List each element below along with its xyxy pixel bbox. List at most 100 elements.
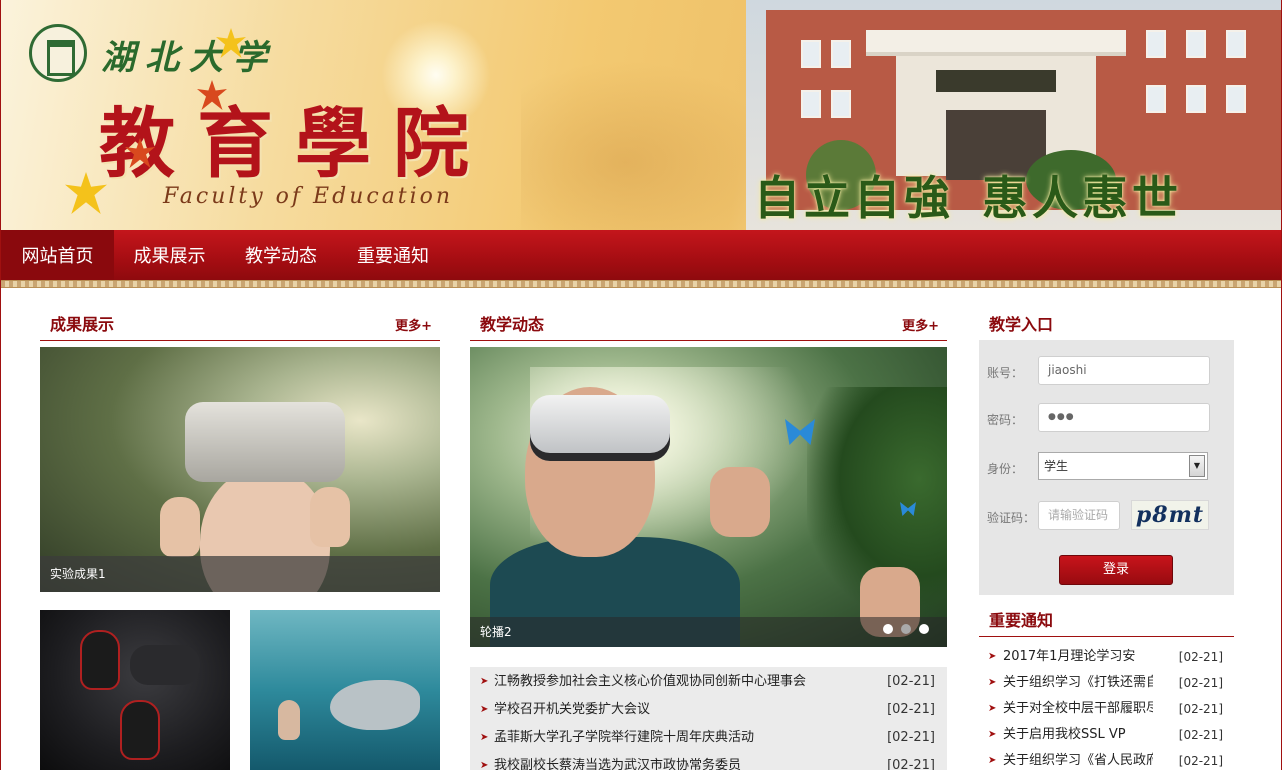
faculty-name-cn: 教育學院: [99, 99, 491, 188]
carousel-indicators: [875, 619, 929, 638]
notice-date: [02-21]: [1178, 676, 1223, 690]
teaching-news-list: ➤ 江畅教授参加社会主义核心价值观协同创新中心理事会 [02-21] ➤ 学校召…: [470, 667, 947, 770]
password-label: 密码：: [987, 413, 1024, 427]
vr-headset: [130, 645, 200, 685]
building-window: [1186, 30, 1206, 58]
nav-item-teaching[interactable]: 教学动态: [225, 230, 337, 280]
news-title: 我校副校长蔡涛当选为武汉市政协常务委员: [494, 758, 742, 770]
building-window: [1226, 85, 1246, 113]
news-date: [02-21]: [887, 758, 935, 770]
identity-selected-value: 学生: [1044, 459, 1069, 473]
glove: [80, 630, 120, 690]
login-button[interactable]: 登录: [1059, 555, 1173, 585]
notice-title: 关于对全校中层干部履职尽: [1003, 701, 1153, 716]
motto-left: 自立自強: [754, 171, 954, 225]
notice-title: 关于组织学习《省人民政府: [1003, 753, 1153, 768]
arrow-right-icon: ➤: [480, 676, 489, 687]
building-window: [1146, 30, 1166, 58]
faculty-building-photo: 自立自強 惠人惠世: [746, 0, 1281, 230]
hand: [710, 467, 770, 537]
notice-item[interactable]: ➤ 关于启用我校SSL VP [02-21]: [979, 722, 1234, 748]
faculty-name-en: Faculty of Education: [163, 184, 454, 209]
captcha-label: 验证码：: [987, 511, 1036, 525]
motto-right: 惠人惠世: [982, 171, 1182, 225]
nav-item-home[interactable]: 网站首页: [1, 230, 114, 280]
school-motto: 自立自強 惠人惠世: [754, 162, 1182, 228]
building-window: [801, 40, 821, 68]
news-title: 学校召开机关党委扩大会议: [494, 702, 651, 717]
teaching-carousel[interactable]: 轮播2: [470, 347, 947, 647]
notice-item[interactable]: ➤ 关于对全校中层干部履职尽 [02-21]: [979, 696, 1234, 722]
notice-date: [02-21]: [1178, 650, 1223, 664]
achievements-header: 成果展示 更多+: [40, 311, 440, 341]
news-title: 江畅教授参加社会主义核心价值观协同创新中心理事会: [494, 674, 807, 689]
university-name: 湖北大学: [101, 38, 277, 78]
arrow-right-icon: ➤: [988, 703, 997, 714]
news-item[interactable]: ➤ 江畅教授参加社会主义核心价值观协同创新中心理事会 [02-21]: [470, 668, 947, 696]
teaching-title: 教学动态: [480, 315, 545, 334]
news-item[interactable]: ➤ 孟菲斯大学孔子学院举行建院十周年庆典活动 [02-21]: [470, 724, 947, 752]
news-item[interactable]: ➤ 学校召开机关党委扩大会议 [02-21]: [470, 696, 947, 724]
arrow-right-icon: ➤: [988, 755, 997, 766]
notices-title: 重要通知: [989, 611, 1054, 630]
hand: [160, 497, 200, 557]
arrow-right-icon: ➤: [480, 732, 489, 743]
achievements-more-link[interactable]: 更多+: [395, 315, 432, 334]
notice-date: [02-21]: [1178, 702, 1223, 716]
login-title: 教学入口: [989, 315, 1054, 334]
notice-date: [02-21]: [1178, 728, 1223, 742]
arrow-right-icon: ➤: [480, 704, 489, 715]
arrow-right-icon: ➤: [988, 729, 997, 740]
teaching-more-link[interactable]: 更多+: [902, 315, 939, 334]
nav-decor-strip: [1, 280, 1281, 288]
building-sign: [936, 70, 1056, 92]
arrow-right-icon: ➤: [988, 651, 997, 662]
main-nav: 网站首页 成果展示 教学动态 重要通知: [1, 230, 1281, 280]
captcha-image[interactable]: p8mt: [1131, 500, 1209, 530]
header-banner: 湖北大学 教育學院 Faculty of Education 自立自強 惠人惠世: [1, 0, 1281, 230]
account-input[interactable]: jiaoshi: [1038, 356, 1210, 385]
chevron-down-icon: ▼: [1189, 455, 1205, 477]
building-window: [1146, 85, 1166, 113]
news-item[interactable]: ➤ 我校副校长蔡涛当选为武汉市政协常务委员 [02-21]: [470, 752, 947, 770]
arrow-right-icon: ➤: [480, 760, 489, 770]
vr-headset: [530, 395, 670, 461]
shark: [330, 680, 420, 730]
achievement-thumb-vr-gloves[interactable]: [40, 610, 230, 770]
achievement-thumb-underwater[interactable]: [250, 610, 440, 770]
building-window: [801, 90, 821, 118]
achievements-title: 成果展示: [50, 315, 115, 334]
notice-title: 关于启用我校SSL VP: [1003, 727, 1126, 742]
page-frame: 湖北大学 教育學院 Faculty of Education 自立自強 惠人惠世…: [0, 0, 1282, 770]
featured-achievement-caption: 实验成果1: [40, 556, 440, 592]
building-window: [831, 90, 851, 118]
carousel-dot-1[interactable]: [883, 624, 893, 634]
nav-item-notices[interactable]: 重要通知: [337, 230, 449, 280]
building-window: [1226, 30, 1246, 58]
notice-item[interactable]: ➤ 关于组织学习《省人民政府 [02-21]: [979, 748, 1234, 770]
autumn-haze: [521, 60, 781, 230]
building-window: [1186, 85, 1206, 113]
carousel-dot-2[interactable]: [901, 624, 911, 634]
diver: [278, 700, 300, 740]
arrow-right-icon: ➤: [988, 677, 997, 688]
login-header: 教学入口: [979, 311, 1234, 341]
carousel-dot-3[interactable]: [919, 624, 929, 634]
identity-label: 身份：: [987, 462, 1024, 476]
glove: [120, 700, 160, 760]
captcha-input[interactable]: 请输验证码: [1038, 501, 1120, 530]
nav-item-achievements[interactable]: 成果展示: [114, 230, 225, 280]
account-label: 账号：: [987, 366, 1024, 380]
news-date: [02-21]: [887, 730, 935, 745]
teaching-header: 教学动态 更多+: [470, 311, 947, 341]
building-porch-roof: [866, 30, 1126, 56]
identity-select[interactable]: 学生 ▼: [1038, 452, 1208, 480]
vr-headset: [185, 402, 345, 482]
featured-achievement-card[interactable]: 实验成果1: [40, 347, 440, 592]
university-seal-logo: [29, 24, 87, 82]
building-window: [831, 40, 851, 68]
password-input[interactable]: ●●●: [1038, 403, 1210, 432]
news-date: [02-21]: [887, 702, 935, 717]
notice-item[interactable]: ➤ 2017年1月理论学习安 [02-21]: [979, 644, 1234, 670]
notice-item[interactable]: ➤ 关于组织学习《打铁还需自 [02-21]: [979, 670, 1234, 696]
